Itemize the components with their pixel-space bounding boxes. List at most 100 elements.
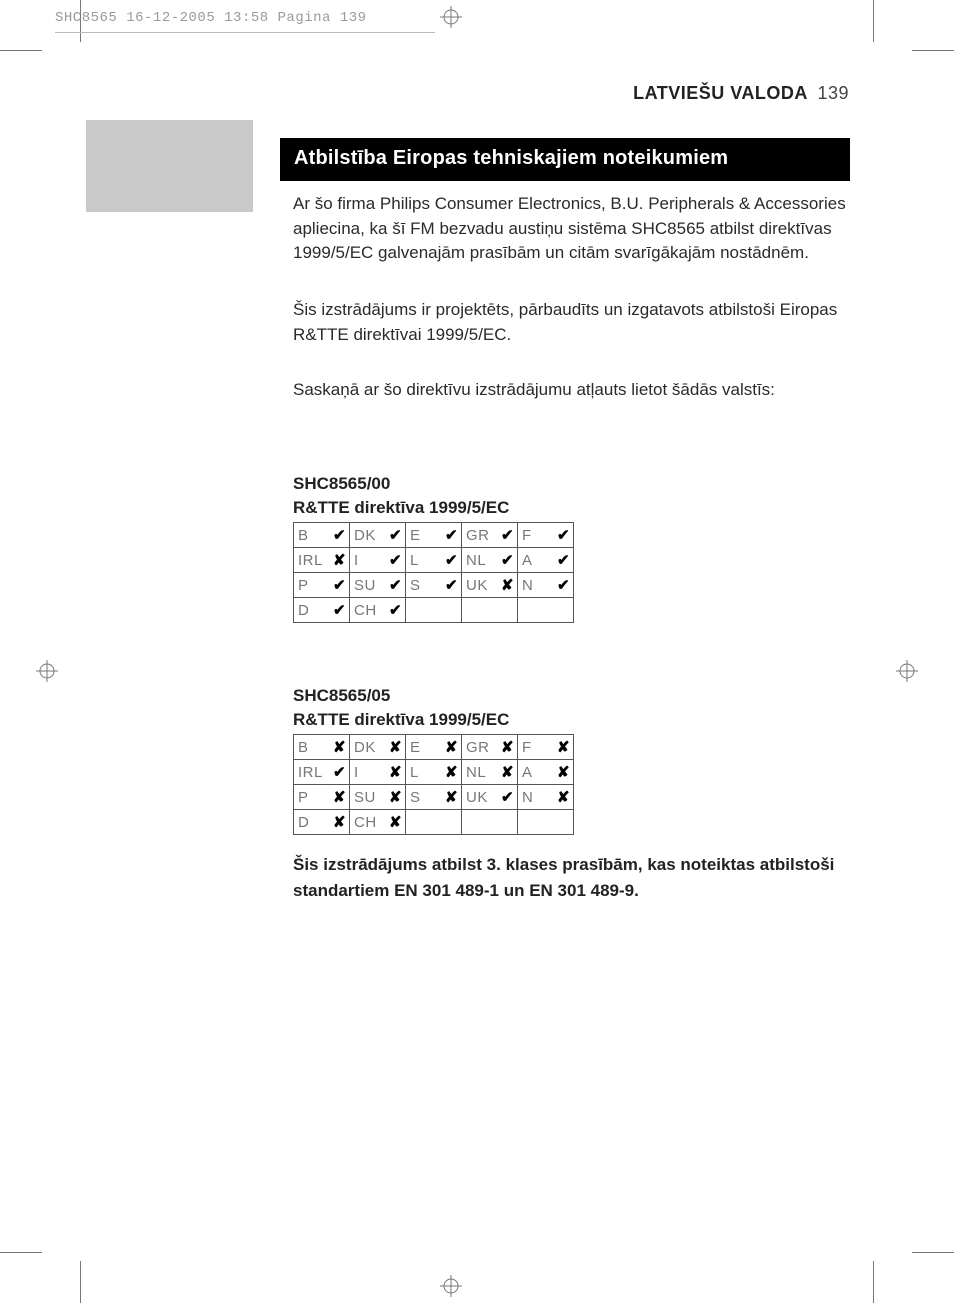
country-code: B	[294, 735, 330, 760]
empty-cell	[498, 810, 518, 835]
cross-icon: ✘	[330, 548, 350, 573]
page-number: 139	[817, 83, 849, 103]
check-icon: ✔	[386, 573, 406, 598]
check-icon: ✔	[554, 548, 574, 573]
country-code: S	[406, 785, 442, 810]
cross-icon: ✘	[498, 735, 518, 760]
cross-icon: ✘	[386, 735, 406, 760]
table1-directive: R&TTE direktīva 1999/5/EC	[293, 496, 509, 520]
check-icon: ✔	[442, 548, 462, 573]
side-margin-block	[86, 120, 253, 212]
cross-icon: ✘	[498, 760, 518, 785]
table2-model: SHC8565/05	[293, 684, 509, 708]
check-icon: ✔	[498, 548, 518, 573]
country-code	[462, 810, 498, 835]
check-icon: ✔	[442, 573, 462, 598]
language-label: LATVIEŠU VALODA	[633, 83, 808, 103]
country-code: UK	[462, 785, 498, 810]
section-title: Atbilstība Eiropas tehniskajiem noteikum…	[280, 138, 850, 181]
country-table-2: B✘DK✘E✘GR✘F✘IRL✔I✘L✘NL✘A✘P✘SU✘S✘UK✔N✘D✘C…	[293, 734, 574, 835]
cross-icon: ✘	[386, 785, 406, 810]
check-icon: ✔	[554, 523, 574, 548]
country-code: NL	[462, 548, 498, 573]
country-code	[406, 598, 442, 623]
country-code: CH	[350, 810, 386, 835]
page-header: LATVIEŠU VALODA 139	[633, 83, 849, 104]
country-code: P	[294, 785, 330, 810]
cross-icon: ✘	[330, 810, 350, 835]
cross-icon: ✘	[330, 785, 350, 810]
cross-icon: ✘	[442, 785, 462, 810]
empty-cell	[498, 598, 518, 623]
print-job-header: SHC8565 16-12-2005 13:58 Pagina 139	[55, 10, 367, 26]
country-code: F	[518, 523, 554, 548]
check-icon: ✔	[498, 785, 518, 810]
print-job-text: SHC8565 16-12-2005 13:58 Pagina 139	[55, 10, 367, 26]
paragraph-1: Ar šo firma Philips Consumer Electronics…	[293, 192, 848, 266]
footnote: Šis izstrādājums atbilst 3. klases prasī…	[293, 852, 853, 903]
cross-icon: ✘	[498, 573, 518, 598]
country-code	[406, 810, 442, 835]
check-icon: ✔	[386, 523, 406, 548]
paragraph-3: Saskaņā ar šo direktīvu izstrādājumu atļ…	[293, 378, 848, 403]
country-code: F	[518, 735, 554, 760]
table2-heading: SHC8565/05 R&TTE direktīva 1999/5/EC	[293, 684, 509, 732]
country-code: L	[406, 760, 442, 785]
crop-mark	[912, 1252, 954, 1253]
country-code: GR	[462, 735, 498, 760]
country-table-1: B✔DK✔E✔GR✔F✔IRL✘I✔L✔NL✔A✔P✔SU✔S✔UK✘N✔D✔C…	[293, 522, 574, 623]
country-code: IRL	[294, 548, 330, 573]
country-code: S	[406, 573, 442, 598]
table1-model: SHC8565/00	[293, 472, 509, 496]
check-icon: ✔	[330, 598, 350, 623]
country-code: D	[294, 810, 330, 835]
empty-cell	[442, 810, 462, 835]
country-code: SU	[350, 573, 386, 598]
registration-mark-icon	[36, 660, 58, 682]
check-icon: ✔	[330, 760, 350, 785]
crop-mark	[873, 1261, 874, 1303]
country-code: E	[406, 735, 442, 760]
crop-mark	[912, 50, 954, 51]
country-code: I	[350, 548, 386, 573]
cross-icon: ✘	[330, 735, 350, 760]
country-code: SU	[350, 785, 386, 810]
check-icon: ✔	[330, 573, 350, 598]
country-code: D	[294, 598, 330, 623]
check-icon: ✔	[554, 573, 574, 598]
empty-cell	[554, 810, 574, 835]
country-code: UK	[462, 573, 498, 598]
country-code: P	[294, 573, 330, 598]
check-icon: ✔	[498, 523, 518, 548]
check-icon: ✔	[442, 523, 462, 548]
cross-icon: ✘	[554, 735, 574, 760]
empty-cell	[442, 598, 462, 623]
cross-icon: ✘	[554, 760, 574, 785]
country-code: IRL	[294, 760, 330, 785]
cross-icon: ✘	[386, 810, 406, 835]
cross-icon: ✘	[386, 760, 406, 785]
country-code	[462, 598, 498, 623]
check-icon: ✔	[386, 598, 406, 623]
registration-mark-icon	[896, 660, 918, 682]
paragraph-2: Šis izstrādājums ir projektēts, pārbaudī…	[293, 298, 848, 347]
country-code: DK	[350, 523, 386, 548]
country-code: GR	[462, 523, 498, 548]
empty-cell	[554, 598, 574, 623]
country-code: B	[294, 523, 330, 548]
table1-heading: SHC8565/00 R&TTE direktīva 1999/5/EC	[293, 472, 509, 520]
country-code: A	[518, 760, 554, 785]
crop-mark	[0, 50, 42, 51]
country-code: N	[518, 573, 554, 598]
country-code: L	[406, 548, 442, 573]
country-code: I	[350, 760, 386, 785]
country-code	[518, 598, 554, 623]
country-code: N	[518, 785, 554, 810]
country-code: A	[518, 548, 554, 573]
country-code: E	[406, 523, 442, 548]
table2-directive: R&TTE direktīva 1999/5/EC	[293, 708, 509, 732]
cross-icon: ✘	[442, 735, 462, 760]
registration-mark-icon	[440, 6, 462, 28]
crop-mark	[80, 1261, 81, 1303]
country-code: NL	[462, 760, 498, 785]
